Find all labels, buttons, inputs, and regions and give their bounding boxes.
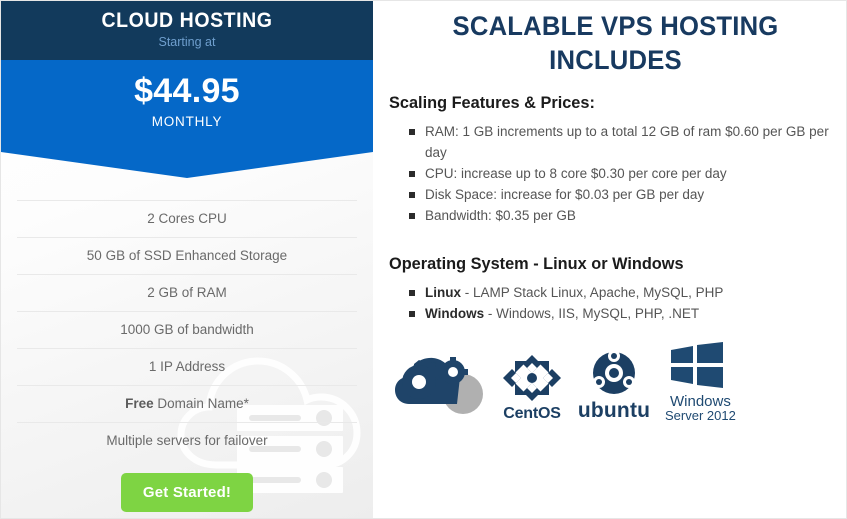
list-item: RAM: 1 GB increments up to a total 12 GB… [409, 121, 844, 163]
cloudlinux-gears-icon [395, 357, 483, 414]
price-period: MONTHLY [151, 114, 223, 129]
feature-list: 2 Cores CPU 50 GB of SSD Enhanced Storag… [17, 200, 357, 459]
page-title: SCALABLE VPS HOSTING INCLUDES [452, 11, 779, 75]
list-item-failover: Multiple servers for failover [106, 433, 268, 448]
list-item: 1 IP Address [17, 349, 357, 386]
scaling-feature-list: RAM: 1 GB increments up to a total 12 GB… [387, 121, 844, 226]
price-band-chevron [1, 152, 373, 178]
price-band: $44.95 MONTHLY [1, 60, 373, 178]
ubuntu-logo: ubuntu [577, 350, 651, 423]
pricing-card: CLOUD HOSTING Starting at $44.95 MONTHLY [1, 1, 373, 518]
ubuntu-icon [593, 350, 635, 394]
list-item: Bandwidth: $0.35 per GB [409, 205, 844, 226]
windows-caption-line2: Server 2012 [665, 408, 736, 423]
linux-label: Linux [425, 285, 461, 300]
card-header: CLOUD HOSTING Starting at [1, 1, 373, 60]
list-item: 2 GB of RAM [17, 275, 357, 312]
ubuntu-caption: ubuntu [577, 399, 651, 422]
windows-icon [671, 342, 723, 388]
list-item: Disk Space: increase for $0.03 per GB pe… [409, 184, 844, 205]
list-item: 2 Cores CPU [17, 200, 357, 238]
os-section-title: Operating System - Linux or Windows [389, 254, 684, 273]
list-item-windows: Windows - Windows, IIS, MySQL, PHP, .NET [409, 303, 844, 324]
list-item: 50 GB of SSD Enhanced Storage [17, 238, 357, 275]
os-logo-strip: CentOS ubuntu Windows Server 2012 [395, 342, 844, 423]
cta-container: Get Started! [1, 473, 373, 512]
pricing-page: CLOUD HOSTING Starting at $44.95 MONTHLY [0, 0, 847, 519]
card-subtitle: Starting at [158, 35, 216, 49]
free-label: Free [125, 396, 154, 411]
centos-icon [503, 355, 561, 401]
get-started-button[interactable]: Get Started! [120, 473, 254, 512]
centos-logo: CentOS [501, 353, 563, 423]
centos-caption: CentOS [503, 405, 561, 422]
windows-caption: Windows Server 2012 [665, 393, 736, 423]
windows-detail: - Windows, IIS, MySQL, PHP, .NET [484, 306, 700, 321]
linux-detail: - LAMP Stack Linux, Apache, MySQL, PHP [461, 285, 724, 300]
list-item: 1000 GB of bandwidth [17, 312, 357, 349]
card-title: CLOUD HOSTING [101, 9, 273, 32]
list-item-free-domain: Free Domain Name* [17, 386, 357, 423]
list-item-linux: Linux - LAMP Stack Linux, Apache, MySQL,… [409, 282, 844, 303]
scaling-section-title: Scaling Features & Prices: [389, 93, 595, 112]
windows-label: Windows [425, 306, 485, 321]
list-item: CPU: increase up to 8 core $0.30 per cor… [409, 163, 844, 184]
price-amount: $44.95 [134, 72, 240, 110]
free-domain-rest: Domain Name* [153, 396, 249, 411]
windows-caption-line1: Windows [669, 393, 731, 410]
windows-logo: Windows Server 2012 [665, 342, 736, 423]
cloudlinux-gears-logo [395, 352, 487, 423]
content-panel: SCALABLE VPS HOSTING INCLUDES Scaling Fe… [373, 1, 846, 518]
os-list: Linux - LAMP Stack Linux, Apache, MySQL,… [387, 282, 844, 324]
